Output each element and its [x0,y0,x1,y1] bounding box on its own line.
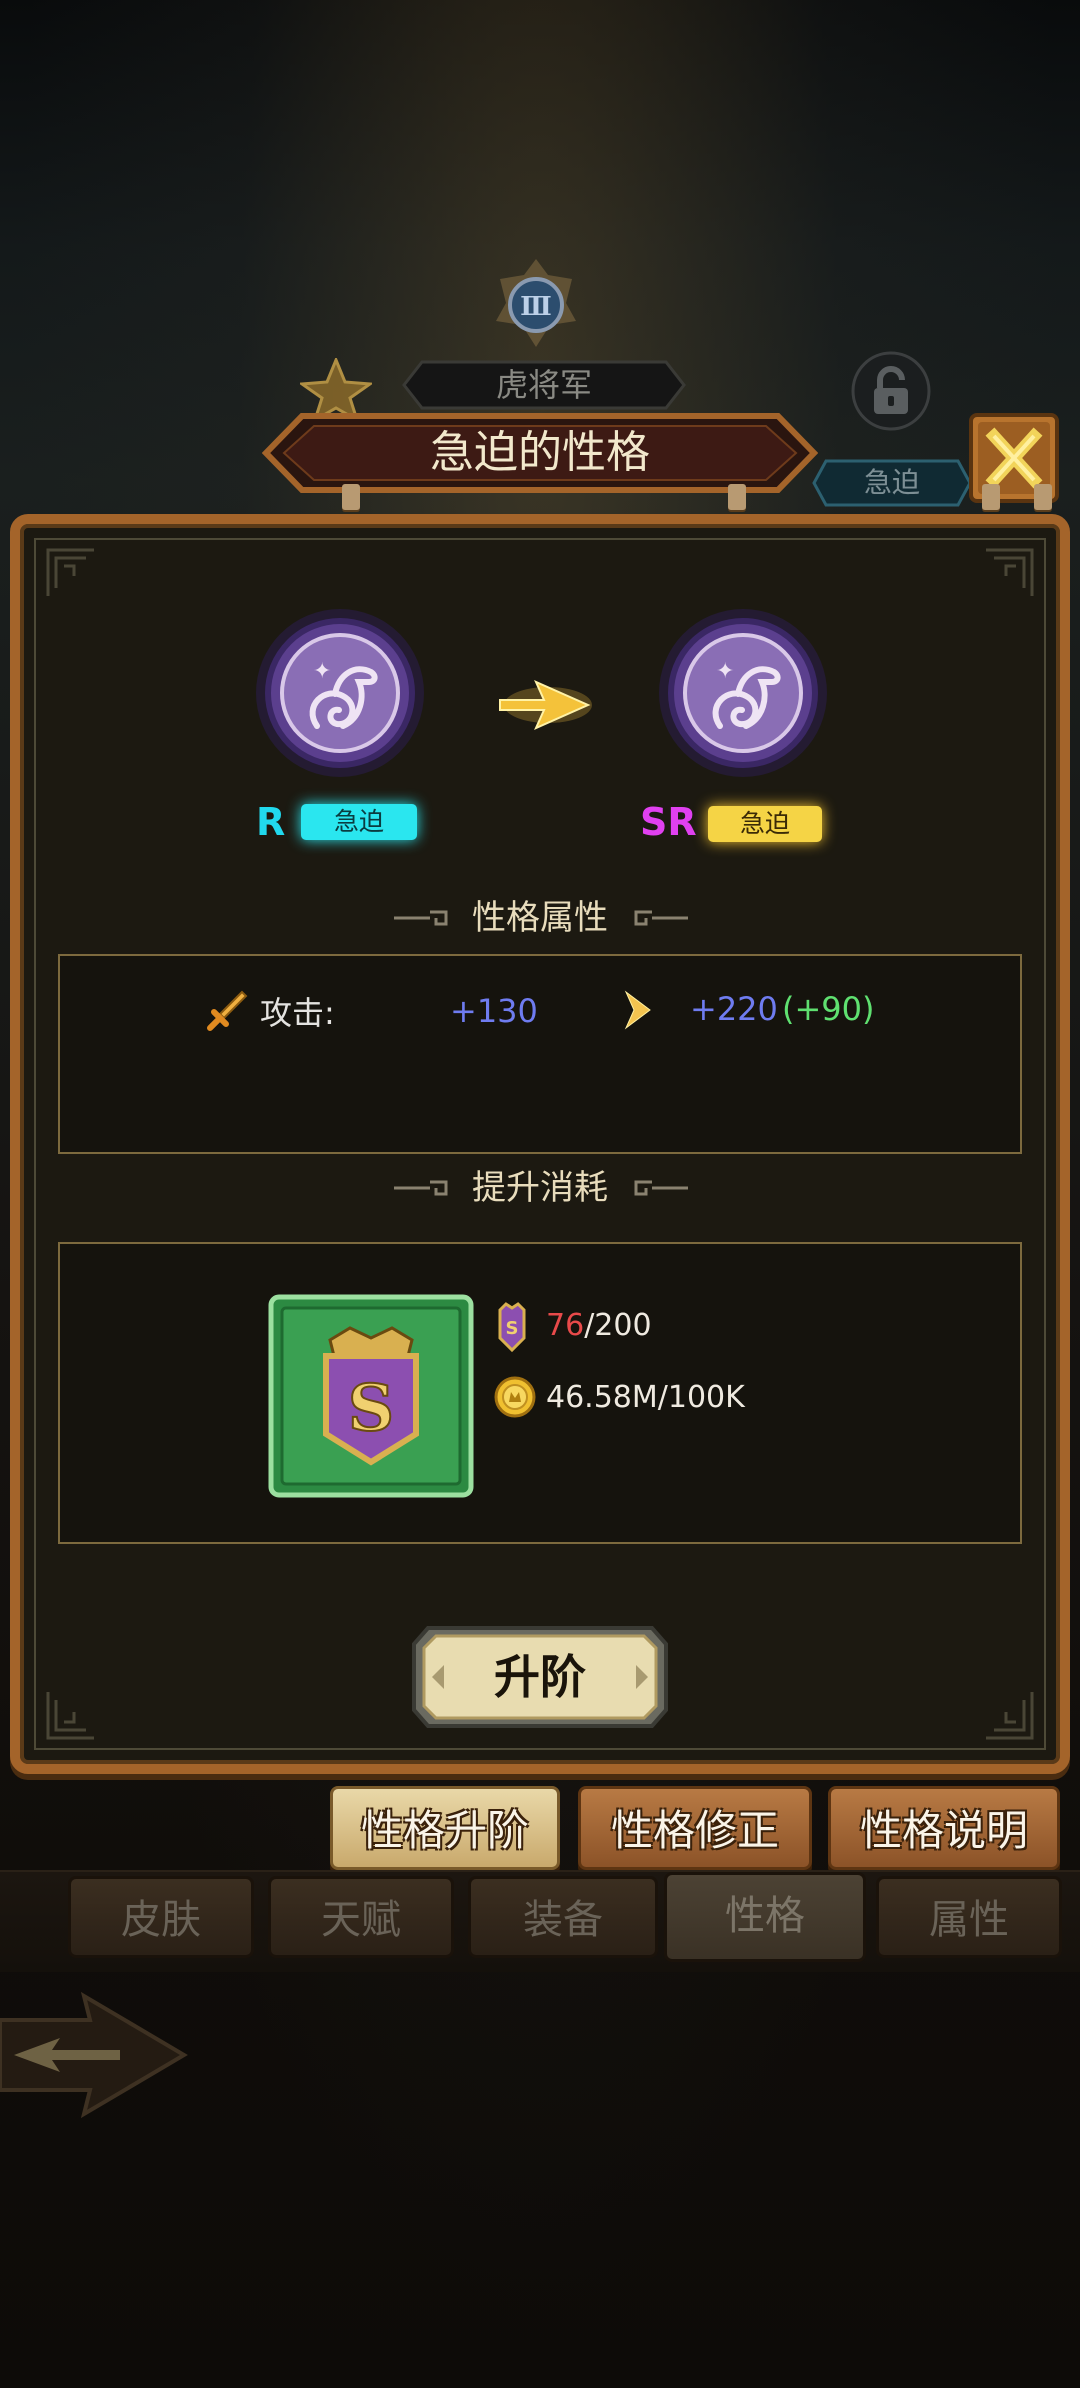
current-rarity: R [256,800,286,844]
lock-icon[interactable] [850,350,932,432]
tab-attributes-label: 属性 [929,1897,1009,1943]
peg [982,484,1000,510]
next-personality-chip: 急迫 [708,806,822,842]
chevron-right-icon [624,990,651,1030]
emblem-cost: 76/200 [546,1308,652,1343]
cost-box [58,1242,1022,1544]
personality-tag: 急迫 [863,466,920,499]
current-personality-icon[interactable]: ✦ [255,608,425,778]
svg-text:Ⅲ: Ⅲ [520,292,552,322]
attack-next-value: +220 [690,990,778,1028]
back-arrow-icon[interactable] [0,1980,190,2130]
svg-text:✦: ✦ [716,659,734,684]
rank-emblem-icon: Ⅲ [496,259,576,347]
svg-text:S: S [348,1371,394,1446]
tab-attributes[interactable]: 属性 [876,1876,1062,1958]
tab-personality-upgrade-label: 性格升阶 [360,1806,529,1855]
upgrade-button[interactable]: 升阶 [410,1624,670,1730]
tab-personality-upgrade[interactable]: 性格升阶 [330,1786,560,1870]
corner-ornament [986,1692,1034,1740]
peg [728,484,746,510]
next-personality-icon[interactable]: ✦ [658,608,828,778]
section-ornament-right [634,1180,688,1196]
attack-delta-value: (+90) [782,990,875,1028]
tab-personality-correction-label: 性格修正 [610,1806,779,1855]
peg [1034,484,1052,510]
tab-talent[interactable]: 天赋 [268,1876,454,1958]
tab-skin[interactable]: 皮肤 [68,1876,254,1958]
attack-label: 攻击: [260,994,335,1032]
general-name: 虎将军 [495,366,592,404]
tab-personality-correction[interactable]: 性格修正 [578,1786,812,1870]
tab-personality[interactable]: 性格 [664,1872,866,1962]
corner-ornament [46,1692,94,1740]
emblem-owned: 76 [546,1308,585,1343]
gold-cost: 46.58M/100K [546,1380,745,1415]
current-personality-chip: 急迫 [301,804,417,840]
svg-text:S: S [506,1318,519,1339]
tab-personality-label: 性格 [725,1893,805,1939]
tab-talent-label: 天赋 [321,1897,401,1943]
tab-personality-description[interactable]: 性格说明 [828,1786,1060,1870]
tab-equipment-label: 装备 [523,1897,603,1943]
emblem-icon: S [498,1302,526,1353]
tab-personality-description-label: 性格说明 [859,1806,1028,1855]
gold-coin-icon [494,1376,536,1418]
corner-ornament [46,548,94,596]
upgrade-arrow-icon [499,680,592,730]
emblem-required: /200 [584,1308,652,1343]
next-rarity: SR [640,800,697,844]
svg-text:✦: ✦ [313,659,331,684]
section-ornament-right [634,910,688,926]
peg [342,484,360,510]
attack-current-value: +130 [450,992,538,1030]
sword-icon [207,990,248,1031]
tab-skin-label: 皮肤 [121,1897,201,1943]
attributes-box [58,954,1022,1154]
corner-ornament [986,548,1034,596]
s-emblem-item[interactable]: S [268,1294,474,1498]
tab-equipment[interactable]: 装备 [468,1876,658,1958]
